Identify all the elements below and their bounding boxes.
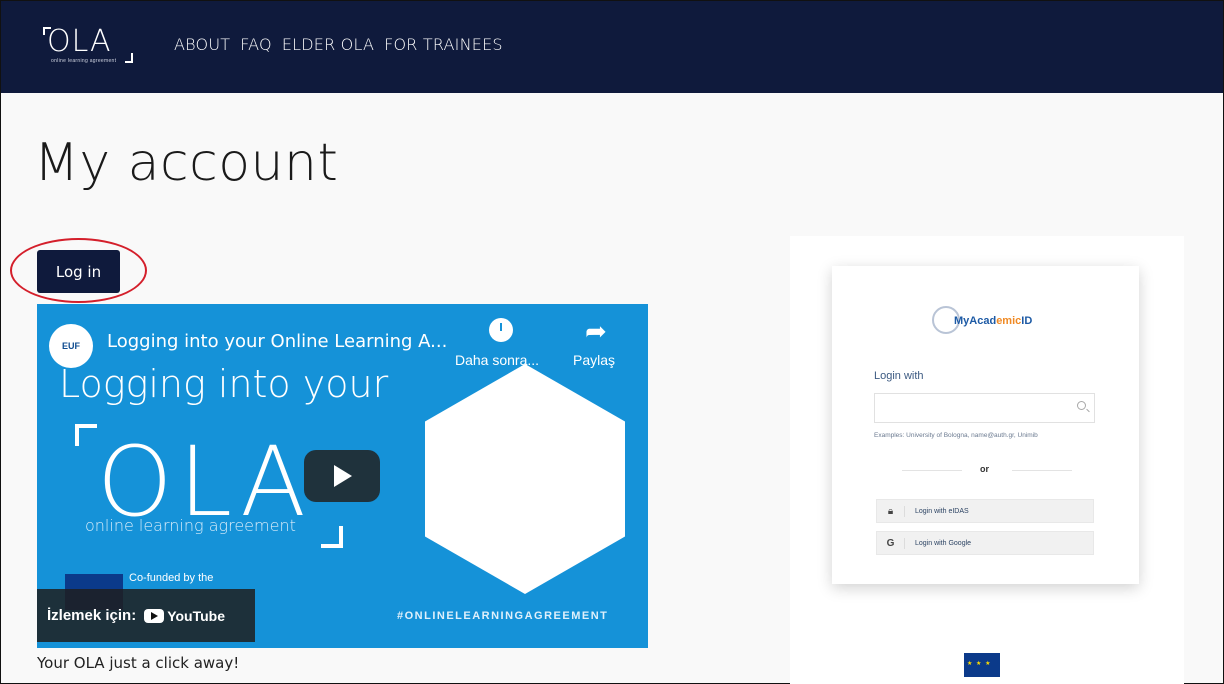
- eu-flag-icon: [964, 653, 1000, 677]
- nav-for-trainees[interactable]: FOR TRAINEES: [384, 35, 503, 54]
- play-button-icon[interactable]: [304, 450, 380, 502]
- youtube-video-embed[interactable]: EUF Logging into your Online Learning A.…: [37, 304, 648, 648]
- lock-icon: 🔒︎: [877, 505, 905, 517]
- illustration-hexagon: [425, 364, 625, 594]
- divider-line: [1012, 470, 1072, 471]
- ola-logo[interactable]: OLA online learning agreement: [41, 23, 141, 71]
- ola-bracket-icon: [321, 526, 343, 548]
- video-caption: Your OLA just a click away!: [37, 654, 240, 672]
- search-icon: [1077, 401, 1086, 410]
- divider-line: [902, 470, 962, 471]
- video-headline: Logging into your: [59, 362, 389, 406]
- logo-tagline: online learning agreement: [51, 58, 117, 64]
- nav-faq[interactable]: FAQ: [240, 35, 272, 54]
- video-title[interactable]: Logging into your Online Learning A...: [107, 331, 447, 352]
- or-label: or: [980, 464, 989, 474]
- cofunded-text: Co-funded by the: [129, 572, 214, 584]
- examples-hint: Examples: University of Bologna, name@au…: [874, 432, 1038, 439]
- google-label: Login with Google: [915, 539, 972, 547]
- institution-search-input[interactable]: [874, 393, 1095, 423]
- top-navigation-bar: OLA online learning agreement ABOUT FAQ …: [1, 1, 1223, 93]
- youtube-play-icon: [144, 608, 165, 623]
- logo-text: OLA: [47, 24, 112, 59]
- page-title: My account: [34, 133, 339, 193]
- myacademicid-login-card: MyAcademicID Login with Examples: Univer…: [832, 266, 1139, 584]
- share-icon[interactable]: ➦: [585, 316, 607, 347]
- watch-on-youtube-button[interactable]: İzlemek için: YouTube: [37, 589, 255, 642]
- google-icon: G: [877, 537, 905, 549]
- clock-icon[interactable]: [489, 318, 513, 342]
- logo-bracket-icon: [125, 53, 133, 63]
- brand-name: MyAcademicID: [954, 315, 1033, 327]
- eidas-label: Login with eIDAS: [915, 507, 969, 515]
- video-hashtag: #ONLINELEARNINGAGREEMENT: [397, 610, 609, 622]
- watch-on-label: İzlemek için:: [47, 607, 137, 624]
- log-in-button[interactable]: Log in: [37, 250, 120, 293]
- or-divider: or: [902, 464, 1072, 476]
- youtube-wordmark: YouTube: [167, 607, 226, 624]
- nav-about[interactable]: ABOUT: [174, 35, 230, 54]
- myacademicid-logo: MyAcademicID: [932, 306, 1052, 338]
- ola-bracket-icon: [75, 424, 97, 446]
- nav-elder-ola[interactable]: ELDER OLA: [282, 35, 374, 54]
- share-label[interactable]: Paylaş: [573, 352, 615, 368]
- video-ola-subtitle: online learning agreement: [85, 516, 296, 535]
- youtube-logo: YouTube: [144, 608, 225, 624]
- main-nav: ABOUT FAQ ELDER OLA FOR TRAINEES: [174, 35, 503, 54]
- login-with-label: Login with: [874, 370, 924, 382]
- login-eidas-button[interactable]: 🔒︎ Login with eIDAS: [876, 499, 1094, 523]
- login-google-button[interactable]: G Login with Google: [876, 531, 1094, 555]
